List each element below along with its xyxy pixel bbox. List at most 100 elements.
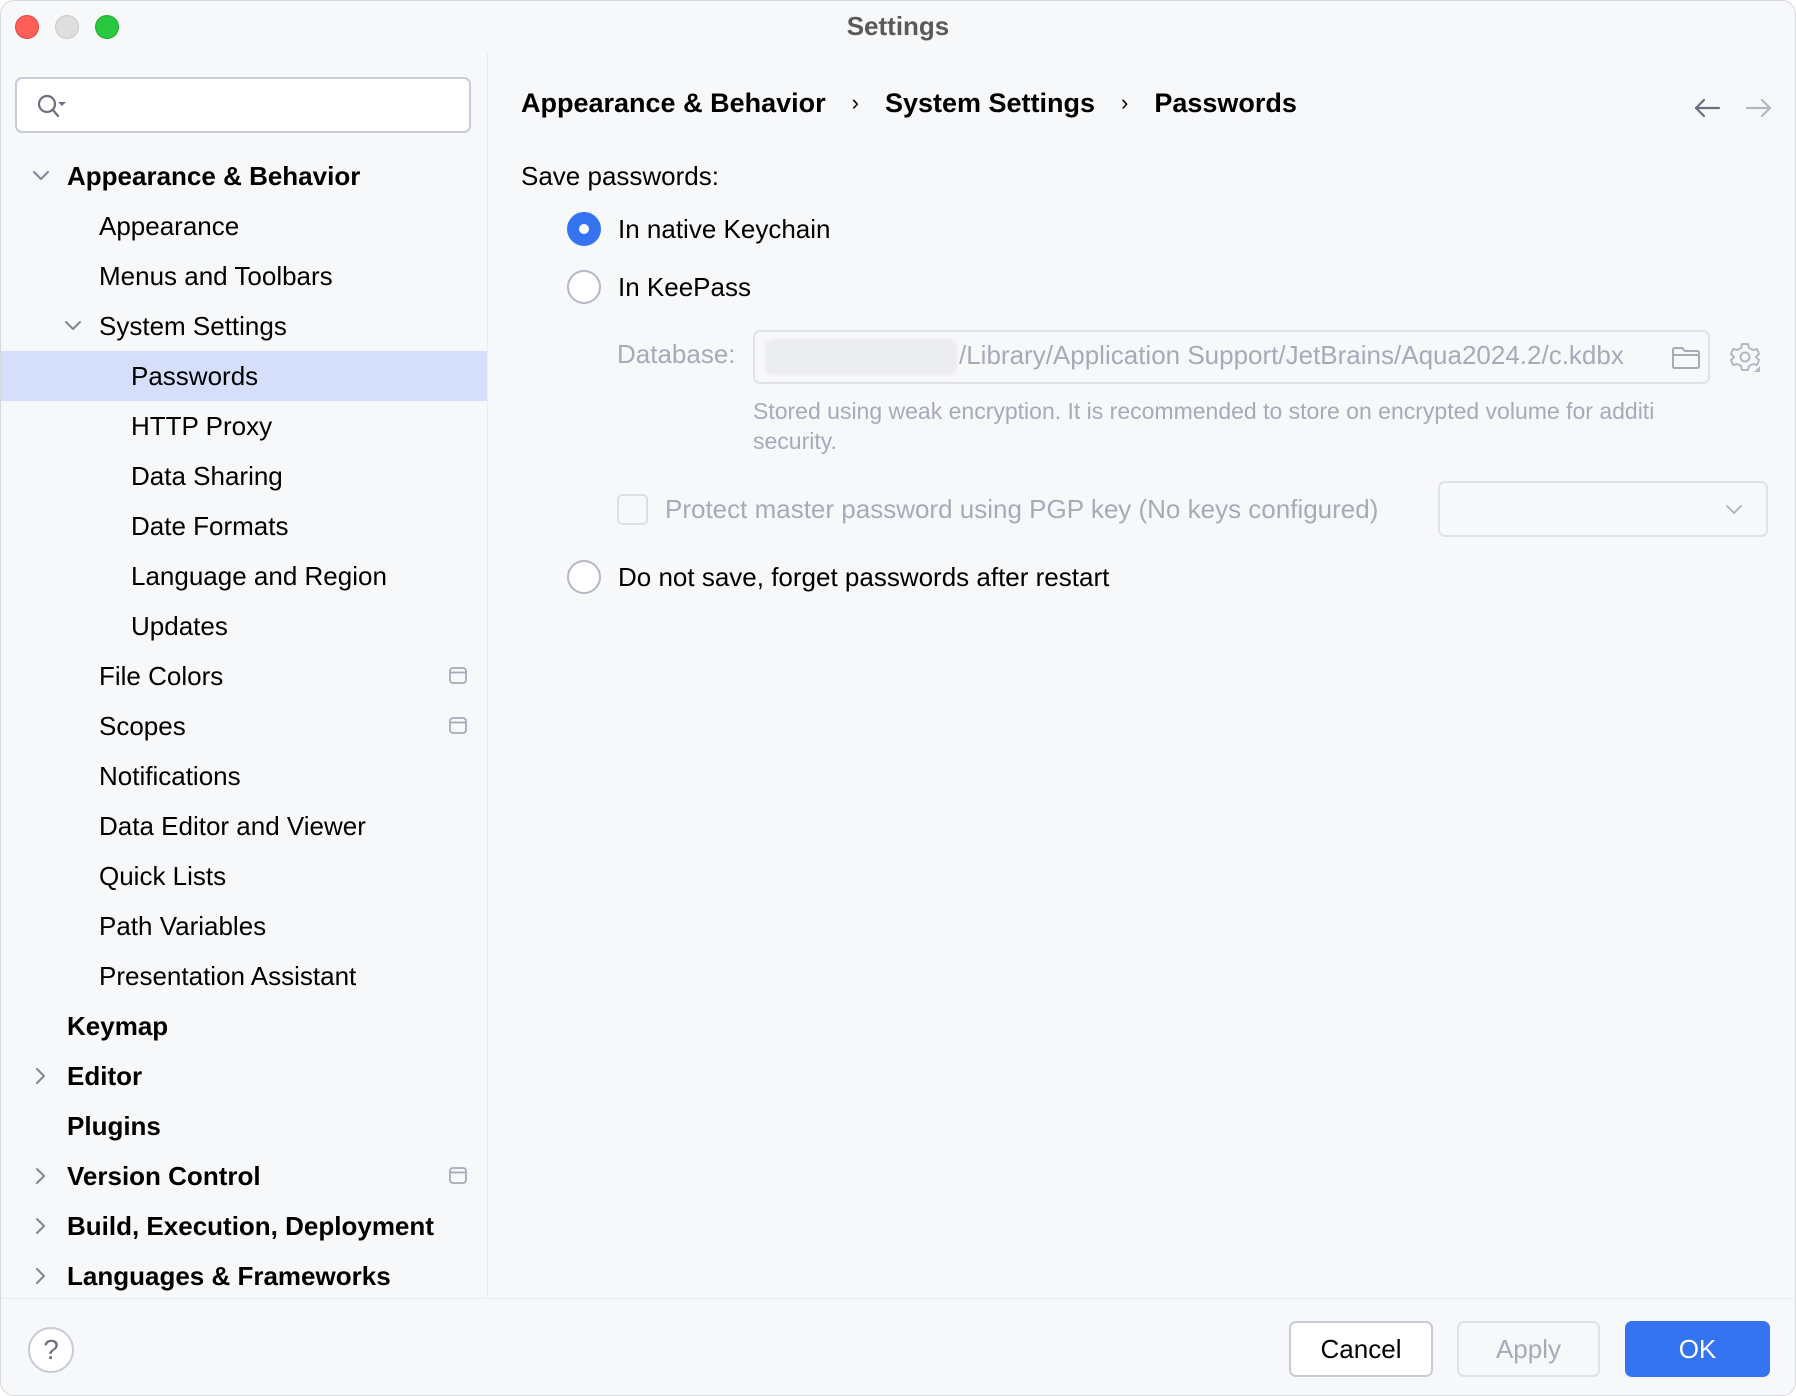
radio-button[interactable] (567, 212, 601, 246)
redacted-path-prefix (765, 339, 957, 375)
sidebar-item[interactable]: Appearance (1, 201, 487, 251)
chevron-down-icon[interactable] (63, 316, 83, 336)
radio-button[interactable] (567, 270, 601, 304)
ok-button[interactable]: OK (1625, 1321, 1770, 1377)
project-level-icon (449, 717, 467, 734)
database-path-value: /Library/Application Support/JetBrains/A… (959, 340, 1624, 370)
sidebar-item-label: System Settings (99, 311, 287, 341)
sidebar-item-label: Menus and Toolbars (99, 261, 333, 291)
window-title: Settings (846, 11, 950, 41)
radio-keepass[interactable]: In KeePass (567, 269, 751, 305)
save-passwords-label: Save passwords: (521, 161, 719, 191)
help-button[interactable]: ? (28, 1327, 74, 1373)
settings-search-box[interactable] (15, 77, 471, 133)
breadcrumb-item[interactable]: Appearance & Behavior (521, 88, 826, 119)
sidebar-item[interactable]: Appearance & Behavior (1, 151, 487, 201)
sidebar-item[interactable]: Editor (1, 1051, 487, 1101)
breadcrumb-separator: › (851, 90, 859, 115)
back-arrow-icon[interactable] (1693, 97, 1721, 119)
sidebar-item[interactable]: Menus and Toolbars (1, 251, 487, 301)
sidebar-item[interactable]: Plugins (1, 1101, 487, 1151)
radio-label[interactable]: Do not save, forget passwords after rest… (618, 562, 1109, 593)
chevron-right-icon[interactable] (31, 1266, 51, 1286)
sidebar-item[interactable]: Passwords (1, 351, 487, 401)
sidebar-item[interactable]: HTTP Proxy (1, 401, 487, 451)
apply-button[interactable]: Apply (1457, 1321, 1600, 1377)
radio-label[interactable]: In KeePass (618, 272, 751, 303)
pgp-checkbox[interactable] (617, 493, 648, 525)
settings-sidebar: Appearance & Behavior Appearance Menus and… (1, 53, 488, 1298)
settings-window: Settings Appearance & Behavior Appearance… (0, 0, 1796, 1396)
sidebar-item[interactable]: System Settings (1, 301, 487, 351)
dialog-footer: ? Cancel Apply OK (1, 1298, 1795, 1395)
sidebar-item[interactable]: Scopes (1, 701, 487, 751)
chevron-down-icon (1726, 505, 1742, 514)
sidebar-item-label: HTTP Proxy (131, 411, 273, 441)
sidebar-item-label: Path Variables (99, 911, 267, 941)
sidebar-item[interactable]: Languages & Frameworks (1, 1251, 487, 1301)
sidebar-item[interactable]: Data Sharing (1, 451, 487, 501)
radio-label[interactable]: In native Keychain (618, 214, 830, 245)
sidebar-item-label: Build, Execution, Deployment (67, 1211, 434, 1241)
breadcrumb-separator: › (1121, 90, 1129, 115)
sidebar-item-label: Notifications (99, 761, 241, 791)
pgp-checkbox-label[interactable]: Protect master password using PGP key (N… (665, 494, 1378, 525)
folder-icon[interactable] (1671, 346, 1701, 370)
sidebar-item-label: File Colors (99, 661, 224, 691)
radio-do-not-save[interactable]: Do not save, forget passwords after rest… (567, 559, 1109, 595)
hint-line-2: security. (753, 428, 837, 454)
radio-button[interactable] (567, 560, 601, 594)
sidebar-item[interactable]: Language and Region (1, 551, 487, 601)
project-level-icon (449, 1167, 467, 1184)
sidebar-item-label: Data Sharing (131, 461, 283, 491)
settings-search-input[interactable] (77, 87, 457, 123)
sidebar-item[interactable]: Notifications (1, 751, 487, 801)
breadcrumb-item-current: Passwords (1154, 87, 1297, 118)
sidebar-item[interactable]: Data Editor and Viewer (1, 801, 487, 851)
database-path-field[interactable]: /Library/Application Support/JetBrains/A… (753, 330, 1710, 384)
sidebar-item[interactable]: Path Variables (1, 901, 487, 951)
search-icon[interactable] (35, 92, 69, 120)
chevron-right-icon[interactable] (31, 1066, 51, 1086)
sidebar-item[interactable]: Date Formats (1, 501, 487, 551)
sidebar-item-label: Keymap (67, 1011, 169, 1041)
sidebar-item-label: Editor (67, 1061, 143, 1091)
sidebar-item[interactable]: Quick Lists (1, 851, 487, 901)
cancel-button[interactable]: Cancel (1289, 1321, 1433, 1377)
pgp-key-dropdown[interactable] (1438, 481, 1768, 537)
settings-tree: Appearance & Behavior Appearance Menus and… (1, 151, 487, 1301)
sidebar-item[interactable]: Build, Execution, Deployment (1, 1201, 487, 1251)
title-bar: Settings (1, 1, 1795, 53)
sidebar-item-label: Version Control (67, 1161, 261, 1191)
sidebar-item-label: Passwords (131, 361, 259, 391)
breadcrumb: Appearance & Behavior › System Settings … (521, 83, 1297, 123)
sidebar-item-label: Quick Lists (99, 861, 227, 891)
gear-icon[interactable] (1729, 341, 1761, 373)
hint-line-1: Stored using weak encryption. It is reco… (753, 398, 1655, 424)
breadcrumb-item[interactable]: System Settings (885, 88, 1095, 119)
chevron-down-icon[interactable] (31, 166, 51, 186)
sidebar-item-label: Scopes (99, 711, 186, 741)
passwords-settings-panel: Appearance & Behavior › System Settings … (489, 53, 1795, 1298)
sidebar-item-label: Plugins (67, 1111, 161, 1141)
sidebar-item-label: Language and Region (131, 561, 387, 591)
sidebar-item[interactable]: Updates (1, 601, 487, 651)
sidebar-item-label: Date Formats (131, 511, 289, 541)
sidebar-item-label: Presentation Assistant (99, 961, 357, 991)
sidebar-item-label: Languages & Frameworks (67, 1261, 391, 1291)
sidebar-item[interactable]: Keymap (1, 1001, 487, 1051)
sidebar-item-label: Appearance & Behavior (67, 161, 361, 191)
database-label: Database: (617, 339, 736, 369)
sidebar-item[interactable]: Presentation Assistant (1, 951, 487, 1001)
chevron-right-icon[interactable] (31, 1166, 51, 1186)
sidebar-item-label: Appearance (99, 211, 240, 241)
radio-native-keychain[interactable]: In native Keychain (567, 211, 830, 247)
sidebar-item[interactable]: Version Control (1, 1151, 487, 1201)
pgp-checkbox-row[interactable]: Protect master password using PGP key (N… (617, 493, 1378, 525)
project-level-icon (449, 667, 467, 684)
sidebar-item-label: Updates (131, 611, 228, 641)
sidebar-item[interactable]: File Colors (1, 651, 487, 701)
chevron-right-icon[interactable] (31, 1216, 51, 1236)
encryption-hint: Stored using weak encryption. It is reco… (753, 396, 1793, 460)
forward-arrow-icon[interactable] (1745, 97, 1773, 119)
